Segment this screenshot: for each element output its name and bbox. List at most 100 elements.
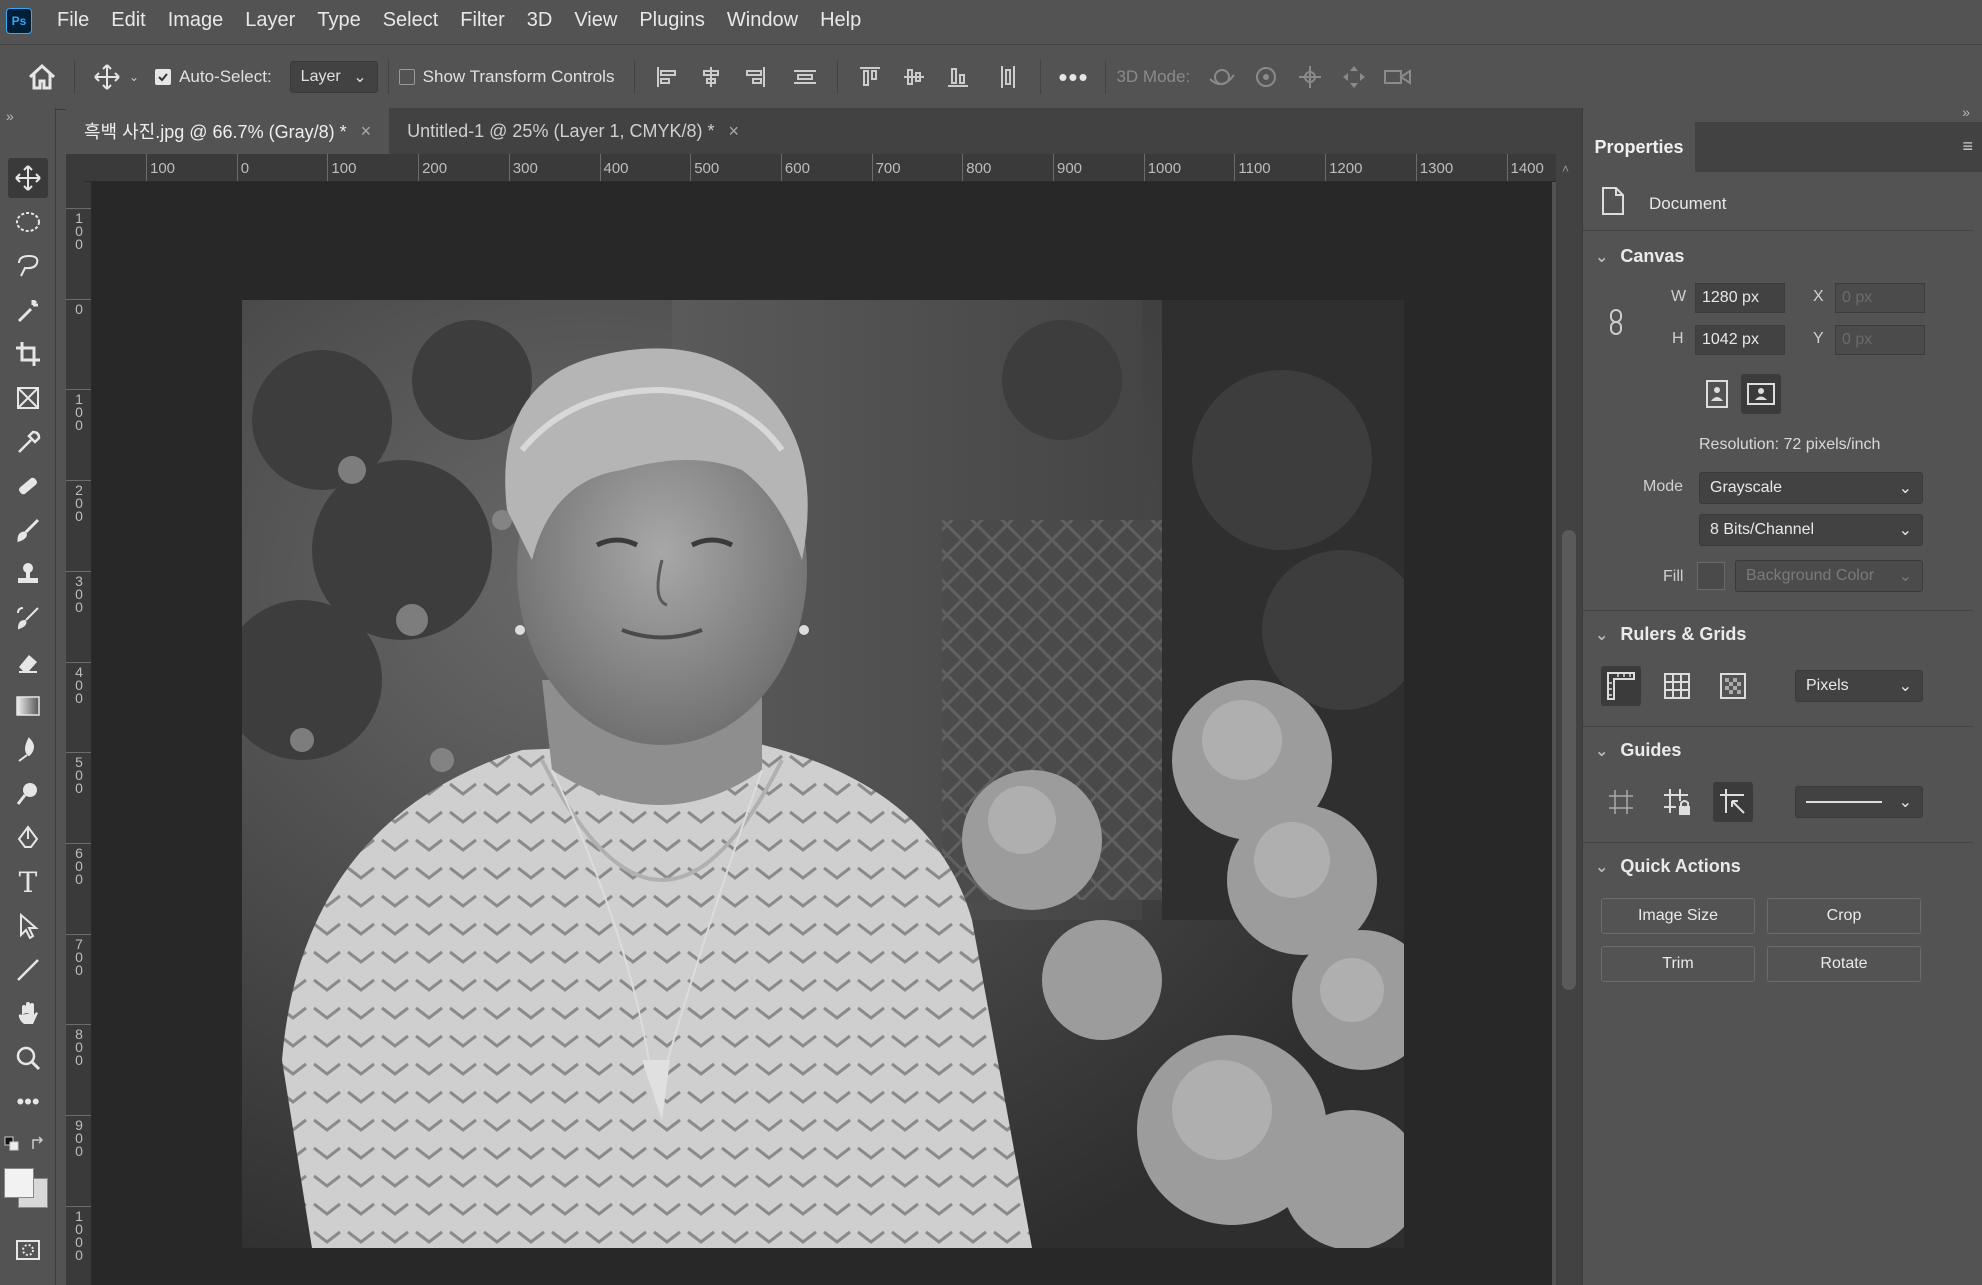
rotate-button[interactable]: Rotate [1767, 946, 1921, 982]
panel-collapse-icon[interactable]: » [1962, 104, 1970, 120]
show-transform-checkbox[interactable] [398, 69, 415, 85]
align-right-icon[interactable] [733, 55, 777, 99]
distribute-vertical-icon[interactable] [986, 55, 1030, 99]
magic-wand-icon[interactable] [8, 290, 48, 330]
foreground-color-swatch[interactable] [4, 1168, 34, 1198]
fill-color-swatch[interactable] [1697, 562, 1725, 590]
menu-filter[interactable]: Filter [449, 0, 515, 41]
ruler-label: 700 [875, 160, 901, 177]
align-top-icon[interactable] [848, 55, 892, 99]
eyedropper-icon[interactable] [8, 422, 48, 462]
menu-select[interactable]: Select [372, 0, 450, 41]
distribute-icon[interactable] [783, 55, 827, 99]
align-vertical-center-icon[interactable] [892, 55, 936, 99]
pixel-grid-icon[interactable] [1713, 666, 1753, 706]
menu-file[interactable]: File [46, 0, 100, 41]
height-field[interactable]: 1042 px [1695, 325, 1785, 355]
3d-roll-icon[interactable] [1244, 55, 1288, 99]
crop-button[interactable]: Crop [1767, 898, 1921, 934]
align-bottom-icon[interactable] [936, 55, 980, 99]
landscape-orientation-icon[interactable] [1741, 374, 1781, 414]
auto-select-checkbox[interactable] [155, 69, 172, 85]
quick-mask-icon[interactable] [8, 1230, 48, 1270]
panel-collapse-icon[interactable]: » [6, 108, 14, 124]
move-tool-icon[interactable] [8, 158, 48, 198]
more-options-icon[interactable]: ••• [1051, 55, 1095, 99]
scrollbar-thumb[interactable] [1562, 530, 1576, 990]
rulers-grids-section-header[interactable]: ⌄ Rulers & Grids [1595, 624, 1746, 645]
align-left-icon[interactable] [645, 55, 689, 99]
document-tab[interactable]: Untitled-1 @ 25% (Layer 1, CMYK/8) * × [389, 108, 757, 154]
line-tool-icon[interactable] [8, 950, 48, 990]
menu-image[interactable]: Image [157, 0, 235, 41]
default-colors-icon[interactable] [4, 1136, 20, 1152]
chevron-up-icon[interactable]: ˄ [1562, 162, 1569, 176]
brush-icon[interactable] [8, 510, 48, 550]
document-canvas-portrait-photo[interactable] [242, 300, 1404, 1248]
trim-button[interactable]: Trim [1601, 946, 1755, 982]
chevron-down-icon[interactable]: ⌄ [129, 70, 139, 84]
menu-3d[interactable]: 3D [516, 0, 564, 41]
menu-plugins[interactable]: Plugins [628, 0, 716, 41]
type-icon[interactable]: T [8, 862, 48, 902]
x-field[interactable]: 0 px [1835, 283, 1925, 313]
elliptical-marquee-icon[interactable] [8, 202, 48, 242]
menu-help[interactable]: Help [809, 0, 872, 41]
3d-orbit-icon[interactable] [1200, 55, 1244, 99]
bit-depth-dropdown[interactable]: 8 Bits/Channel ⌄ [1699, 514, 1923, 546]
guides-visibility-icon[interactable] [1601, 782, 1641, 822]
menu-type[interactable]: Type [306, 0, 371, 41]
menu-edit[interactable]: Edit [100, 0, 156, 41]
auto-select-target-dropdown[interactable]: Layer ⌄ [289, 61, 378, 93]
image-size-button[interactable]: Image Size [1601, 898, 1755, 934]
swap-colors-icon[interactable] [30, 1136, 46, 1152]
3d-slide-icon[interactable] [1332, 55, 1376, 99]
3d-pan-icon[interactable] [1288, 55, 1332, 99]
healing-brush-icon[interactable] [8, 466, 48, 506]
more-tools-icon[interactable]: ••• [8, 1082, 48, 1122]
mode-dropdown[interactable]: Grayscale ⌄ [1699, 472, 1923, 504]
lock-guides-icon[interactable] [1657, 782, 1697, 822]
home-icon[interactable] [20, 55, 64, 99]
menu-layer[interactable]: Layer [234, 0, 306, 41]
menu-view[interactable]: View [563, 0, 628, 41]
blur-icon[interactable] [8, 730, 48, 770]
history-brush-icon[interactable] [8, 598, 48, 638]
crop-icon[interactable] [8, 334, 48, 374]
gradient-icon[interactable] [8, 686, 48, 726]
guide-style-dropdown[interactable]: ⌄ [1795, 786, 1923, 818]
horizontal-ruler[interactable]: 100 0 100 200 300 400 500 600 700 800 900 1000 1100 1… [84, 154, 1556, 182]
close-icon[interactable]: × [361, 121, 372, 142]
dodge-icon[interactable] [8, 774, 48, 814]
link-icon[interactable] [1607, 308, 1627, 338]
path-selection-icon[interactable] [8, 906, 48, 946]
eraser-icon[interactable] [8, 642, 48, 682]
y-field[interactable]: 0 px [1835, 325, 1925, 355]
guides-section-header[interactable]: ⌄ Guides [1595, 740, 1681, 761]
hand-icon[interactable] [8, 994, 48, 1034]
portrait-orientation-icon[interactable] [1697, 374, 1737, 414]
align-horizontal-center-icon[interactable] [689, 55, 733, 99]
grid-icon[interactable] [1657, 666, 1697, 706]
frame-tool-icon[interactable] [8, 378, 48, 418]
ruler-units-dropdown[interactable]: Pixels ⌄ [1795, 670, 1923, 702]
smart-guides-icon[interactable] [1713, 782, 1753, 822]
close-icon[interactable]: × [729, 121, 740, 142]
divider [1583, 726, 1973, 727]
vertical-ruler[interactable]: 10001002003004005006007008009001000 [66, 182, 92, 1285]
canvas-section-header[interactable]: ⌄ Canvas [1595, 246, 1684, 267]
document-tab-active[interactable]: 흑백 사진.jpg @ 66.7% (Gray/8) * × [66, 108, 390, 154]
quick-actions-section-header[interactable]: ⌄ Quick Actions [1595, 856, 1741, 877]
fill-dropdown[interactable]: Background Color ⌄ [1735, 560, 1923, 592]
pen-icon[interactable] [8, 818, 48, 858]
width-field[interactable]: 1280 px [1695, 283, 1785, 313]
lasso-icon[interactable] [8, 246, 48, 286]
move-tool-icon[interactable] [85, 55, 129, 99]
panel-menu-icon[interactable]: ≡ [1962, 136, 1973, 157]
clone-stamp-icon[interactable] [8, 554, 48, 594]
3d-camera-icon[interactable] [1376, 55, 1420, 99]
menu-window[interactable]: Window [716, 0, 809, 41]
tab-properties[interactable]: Properties [1583, 122, 1695, 172]
ruler-toggle-icon[interactable] [1601, 666, 1641, 706]
zoom-icon[interactable] [8, 1038, 48, 1078]
